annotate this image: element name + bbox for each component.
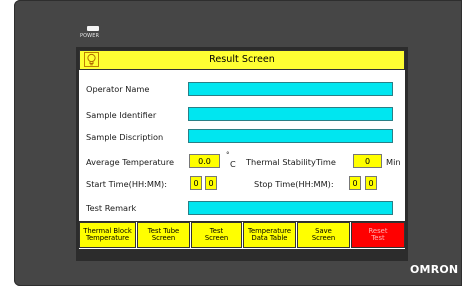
- thermal-stability-unit: Min: [386, 157, 401, 167]
- temperature-data-table-button[interactable]: Temperature Data Table: [243, 222, 296, 248]
- result-form: Operator Name Sample Identifier Sample D…: [79, 70, 405, 221]
- average-temperature-label: Average Temperature: [86, 157, 175, 167]
- test-remark-label: Test Remark: [86, 203, 137, 213]
- lightbulb-icon[interactable]: [84, 52, 99, 67]
- sample-identifier-field[interactable]: [188, 107, 393, 121]
- thermal-block-temperature-button[interactable]: Thermal Block Temperature: [79, 222, 136, 248]
- average-temperature-value[interactable]: 0.0: [189, 154, 220, 168]
- test-remark-field[interactable]: [188, 201, 393, 215]
- test-screen-button[interactable]: Test Screen: [191, 222, 242, 248]
- bottom-nav: Thermal Block Temperature Test Tube Scre…: [79, 222, 405, 249]
- brand-logo: OMRON: [410, 263, 459, 276]
- degree-symbol: °: [226, 151, 230, 159]
- reset-test-button[interactable]: Reset Test: [351, 222, 405, 248]
- operator-name-label: Operator Name: [86, 84, 150, 94]
- title-bar: Result Screen: [79, 50, 405, 70]
- test-tube-screen-button[interactable]: Test Tube Screen: [137, 222, 190, 248]
- power-label: POWER: [80, 33, 100, 39]
- page-title: Result Screen: [209, 54, 275, 65]
- sample-identifier-label: Sample Identifier: [86, 110, 157, 120]
- start-time-minutes[interactable]: 0: [205, 176, 217, 190]
- operator-name-field[interactable]: [188, 82, 393, 96]
- save-screen-button[interactable]: Save Screen: [297, 222, 350, 248]
- stop-time-hours[interactable]: 0: [349, 176, 361, 190]
- sample-description-field[interactable]: [188, 129, 393, 143]
- celsius-unit: C: [230, 159, 236, 169]
- stop-time-minutes[interactable]: 0: [365, 176, 377, 190]
- stop-time-label: Stop Time(HH:MM):: [254, 179, 334, 189]
- power-led-indicator: [87, 26, 99, 31]
- thermal-stability-label: Thermal StabilityTime: [246, 157, 336, 167]
- thermal-stability-value[interactable]: 0: [353, 154, 382, 168]
- start-time-label: Start Time(HH:MM):: [86, 179, 167, 189]
- start-time-hours[interactable]: 0: [190, 176, 202, 190]
- sample-description-label: Sample Discription: [86, 132, 164, 142]
